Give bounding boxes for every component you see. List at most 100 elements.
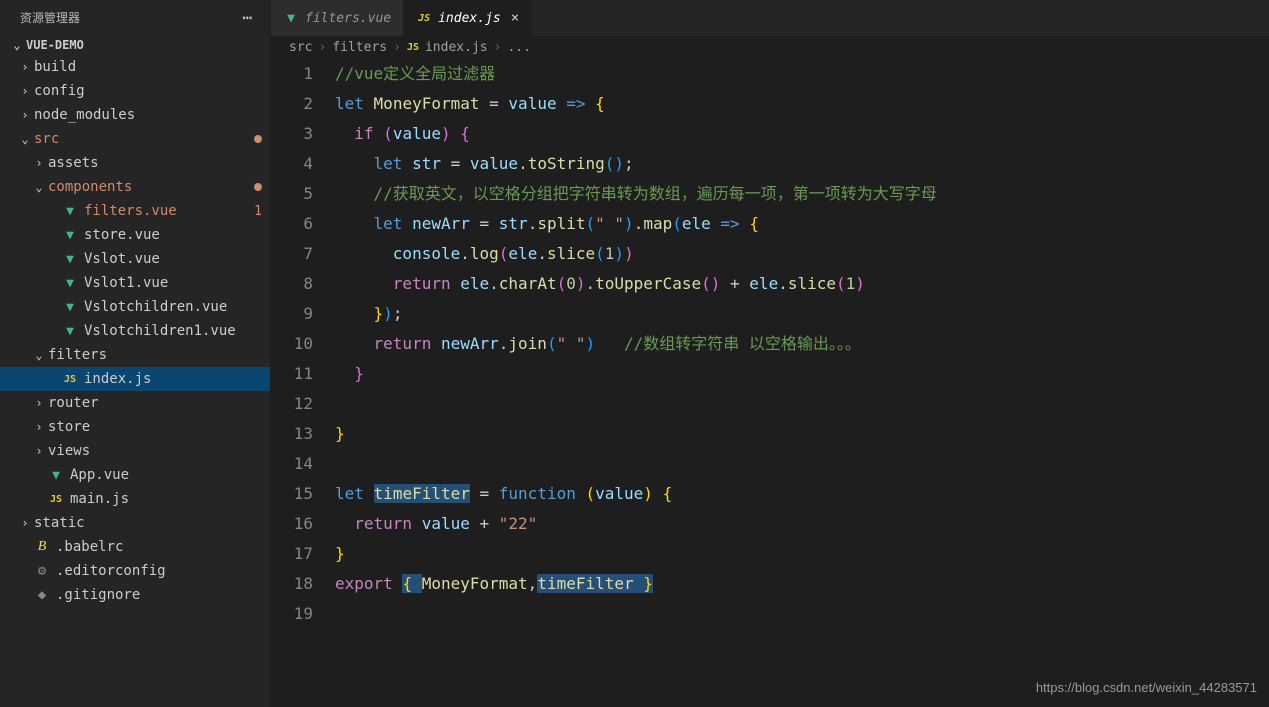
vue-icon: ▼ xyxy=(62,323,78,339)
code-line[interactable]: } xyxy=(335,419,1269,449)
code-line[interactable]: } xyxy=(335,539,1269,569)
line-number: 17 xyxy=(271,539,313,569)
tree-item-Vslot1-vue[interactable]: ▼ Vslot1.vue xyxy=(0,271,270,295)
tree-item-label: filters xyxy=(48,347,107,363)
code-line[interactable]: return newArr.join(" ") //数组转字符串 以空格输出。。… xyxy=(335,329,1269,359)
tree-item-static[interactable]: ›static xyxy=(0,511,270,535)
tree-item-config[interactable]: ›config xyxy=(0,79,270,103)
line-number: 2 xyxy=(271,89,313,119)
tree-item-views[interactable]: ›views xyxy=(0,439,270,463)
tree-item-router[interactable]: ›router xyxy=(0,391,270,415)
code-line[interactable]: let timeFilter = function (value) { xyxy=(335,479,1269,509)
tree-item-label: main.js xyxy=(70,491,129,507)
chevron-right-icon: › xyxy=(494,40,502,55)
tree-item-build[interactable]: ›build xyxy=(0,55,270,79)
chevron-icon: › xyxy=(18,84,32,98)
line-number: 9 xyxy=(271,299,313,329)
code-line[interactable]: let MoneyFormat = value => { xyxy=(335,89,1269,119)
tree-item-components[interactable]: ⌄components xyxy=(0,175,270,199)
code-content[interactable]: //vue定义全局过滤器let MoneyFormat = value => {… xyxy=(335,59,1269,707)
js-icon: JS xyxy=(48,491,64,507)
tree-item-label: assets xyxy=(48,155,99,171)
breadcrumb-part[interactable]: filters xyxy=(332,40,387,55)
breadcrumb-part[interactable]: src xyxy=(289,40,312,55)
tree-item--gitignore[interactable]: ◆.gitignore xyxy=(0,583,270,607)
tree-item-label: components xyxy=(48,179,132,195)
file-tree: ›build›config›node_modules⌄src›assets⌄co… xyxy=(0,55,270,607)
tab-bar: ▼filters.vueJSindex.js× xyxy=(271,0,1269,36)
tab-filters-vue[interactable]: ▼filters.vue xyxy=(271,0,404,36)
tree-item--babelrc[interactable]: B .babelrc xyxy=(0,535,270,559)
js-icon: JS xyxy=(62,371,78,387)
chevron-icon: › xyxy=(18,60,32,74)
tree-item-Vslotchildren1-vue[interactable]: ▼Vslotchildren1.vue xyxy=(0,319,270,343)
code-editor[interactable]: 12345678910111213141516171819 //vue定义全局过… xyxy=(271,59,1269,707)
line-number: 4 xyxy=(271,149,313,179)
tree-item-store[interactable]: ›store xyxy=(0,415,270,439)
line-number: 18 xyxy=(271,569,313,599)
code-line[interactable]: if (value) { xyxy=(335,119,1269,149)
tree-item-App-vue[interactable]: ▼App.vue xyxy=(0,463,270,487)
chevron-right-icon: › xyxy=(318,40,326,55)
tree-item-node_modules[interactable]: ›node_modules xyxy=(0,103,270,127)
code-line[interactable]: let newArr = str.split(" ").map(ele => { xyxy=(335,209,1269,239)
close-icon[interactable]: × xyxy=(511,10,519,26)
tree-item-label: filters.vue xyxy=(84,203,177,219)
chevron-icon: › xyxy=(32,420,46,434)
line-number: 8 xyxy=(271,269,313,299)
code-line[interactable]: return ele.charAt(0).toUpperCase() + ele… xyxy=(335,269,1269,299)
vue-icon: ▼ xyxy=(62,275,78,291)
babel-icon: B xyxy=(34,539,50,555)
vue-icon: ▼ xyxy=(62,227,78,243)
line-number: 1 xyxy=(271,59,313,89)
tree-item-label: Vslot1.vue xyxy=(84,275,168,291)
tree-item-label: index.js xyxy=(84,371,151,387)
tree-item--editorconfig[interactable]: ⚙.editorconfig xyxy=(0,559,270,583)
tree-item-store-vue[interactable]: ▼store.vue xyxy=(0,223,270,247)
vue-icon: ▼ xyxy=(62,203,78,219)
tree-item-filters[interactable]: ⌄filters xyxy=(0,343,270,367)
tree-item-Vslot-vue[interactable]: ▼Vslot.vue xyxy=(0,247,270,271)
tree-item-src[interactable]: ⌄src xyxy=(0,127,270,151)
project-root[interactable]: ⌄ VUE-DEMO xyxy=(0,35,270,55)
vue-icon: ▼ xyxy=(48,467,64,483)
tree-item-main-js[interactable]: JS main.js xyxy=(0,487,270,511)
code-line[interactable]: console.log(ele.slice(1)) xyxy=(335,239,1269,269)
tree-item-label: Vslotchildren.vue xyxy=(84,299,227,315)
breadcrumb[interactable]: src › filters › JS index.js › ... xyxy=(271,36,1269,59)
project-name: VUE-DEMO xyxy=(26,38,84,52)
tree-item-Vslotchildren-vue[interactable]: ▼Vslotchildren.vue xyxy=(0,295,270,319)
code-line[interactable] xyxy=(335,599,1269,629)
code-line[interactable] xyxy=(335,449,1269,479)
more-icon[interactable]: ⋯ xyxy=(242,8,252,27)
breadcrumb-part[interactable]: ... xyxy=(507,40,530,55)
code-line[interactable]: return value + "22" xyxy=(335,509,1269,539)
tree-item-label: build xyxy=(34,59,76,75)
code-line[interactable]: } xyxy=(335,359,1269,389)
tree-item-filters-vue[interactable]: ▼filters.vue1 xyxy=(0,199,270,223)
modified-dot xyxy=(254,135,262,143)
explorer-title: 资源管理器 xyxy=(20,9,80,26)
code-line[interactable] xyxy=(335,389,1269,419)
modified-dot xyxy=(254,183,262,191)
tree-item-label: Vslot.vue xyxy=(84,251,160,267)
chevron-icon: ⌄ xyxy=(32,348,46,362)
editor-area: ▼filters.vueJSindex.js× src › filters › … xyxy=(271,0,1269,707)
tree-item-assets[interactable]: ›assets xyxy=(0,151,270,175)
tree-item-label: .babelrc xyxy=(56,539,123,555)
line-number: 19 xyxy=(271,599,313,629)
code-line[interactable]: }); xyxy=(335,299,1269,329)
code-line[interactable]: export { MoneyFormat,timeFilter } xyxy=(335,569,1269,599)
code-line[interactable]: //vue定义全局过滤器 xyxy=(335,59,1269,89)
code-line[interactable]: let str = value.toString(); xyxy=(335,149,1269,179)
line-number: 7 xyxy=(271,239,313,269)
chevron-icon: › xyxy=(32,444,46,458)
tree-item-label: node_modules xyxy=(34,107,135,123)
code-line[interactable]: //获取英文，以空格分组把字符串转为数组，遍历每一项，第一项转为大写字母 xyxy=(335,179,1269,209)
tab-index-js[interactable]: JSindex.js× xyxy=(404,0,532,36)
watermark: https://blog.csdn.net/weixin_44283571 xyxy=(1036,673,1257,703)
tree-item-index-js[interactable]: JS index.js xyxy=(0,367,270,391)
breadcrumb-part[interactable]: index.js xyxy=(425,40,488,55)
chevron-icon: ⌄ xyxy=(18,132,32,146)
tree-item-label: views xyxy=(48,443,90,459)
